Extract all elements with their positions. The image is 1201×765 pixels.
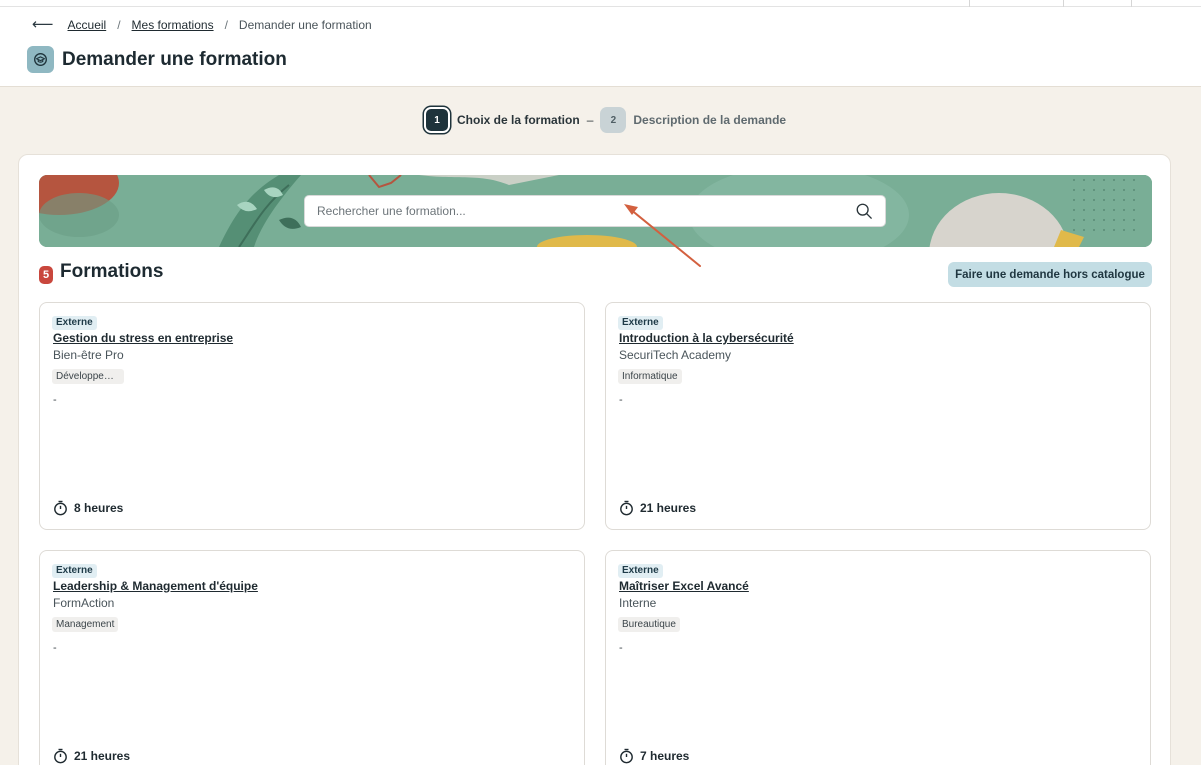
formation-provider: Bien-être Pro [53,348,124,362]
formation-category-chip: Management [52,617,119,632]
breadcrumb-mes-formations[interactable]: Mes formations [132,18,214,32]
toolbar-divider [969,0,970,7]
step-1-label[interactable]: Choix de la formation [457,113,580,127]
formation-provider: SecuriTech Academy [619,348,732,362]
stopwatch-icon [620,748,633,764]
formation-description: - [619,642,623,654]
formation-provider: Interne [619,596,657,610]
formation-category-chip: Informatique [618,369,682,384]
formation-card[interactable]: Externe Leadership & Management d'équipe… [39,550,585,765]
formation-type-tag: Externe [52,564,97,578]
formation-duration: 21 heures [53,748,130,764]
breadcrumb-accueil[interactable]: Accueil [68,18,107,32]
formation-type-tag: Externe [618,316,663,330]
step-1-number[interactable]: 1 [424,107,450,133]
formation-duration: 8 heures [53,500,123,516]
formation-provider: FormAction [53,596,115,610]
formations-count-badge: 5 [39,266,53,284]
page-title: Demander une formation [62,48,287,70]
formation-description: - [53,394,57,406]
formation-description: - [619,394,623,406]
formation-title-link[interactable]: Gestion du stress en entreprise [53,331,233,345]
hors-catalogue-button[interactable]: Faire une demande hors catalogue [948,262,1152,287]
formation-card[interactable]: Externe Maîtriser Excel Avancé Interne B… [605,550,1151,765]
formation-card[interactable]: Externe Introduction à la cybersécurité … [605,302,1151,530]
formation-catalog-panel: 5 Formations Faire une demande hors cata… [18,154,1171,765]
toolbar-divider [1131,0,1132,7]
breadcrumb: ⟵ Accueil / Mes formations / Demander un… [32,17,372,33]
stopwatch-icon [54,500,67,516]
page-header: ⟵ Accueil / Mes formations / Demander un… [0,0,1201,87]
formation-card[interactable]: Externe Gestion du stress en entreprise … [39,302,585,530]
formation-title-link[interactable]: Leadership & Management d'équipe [53,579,258,593]
graduation-icon [27,46,54,73]
formation-duration-label: 21 heures [640,501,697,515]
formation-type-tag: Externe [618,564,663,578]
step-separator: – [586,113,594,127]
search-input[interactable] [317,204,855,218]
formation-duration: 7 heures [619,748,689,764]
search-box [304,195,886,227]
formation-category-chip: Bureautique [618,617,680,632]
formation-category-chip: Développement personnel [52,369,124,384]
stopwatch-icon [620,500,633,516]
arrow-left-icon[interactable]: ⟵ [32,17,54,33]
formations-heading: Formations [60,261,164,282]
formation-duration-label: 8 heures [74,501,124,515]
stopwatch-icon [54,748,67,764]
top-toolbar [0,0,1201,7]
formation-title-link[interactable]: Maîtriser Excel Avancé [619,579,749,593]
breadcrumb-separator: / [224,18,228,32]
formation-duration-label: 21 heures [74,749,131,763]
search-icon[interactable] [855,202,873,220]
breadcrumb-separator: / [117,18,121,32]
formation-title-link[interactable]: Introduction à la cybersécurité [619,331,794,345]
formation-duration: 21 heures [619,500,696,516]
step-2-number[interactable]: 2 [600,107,627,133]
formation-duration-label: 7 heures [640,749,690,763]
step-2-label[interactable]: Description de la demande [633,113,786,127]
page-title-row: Demander une formation [27,46,287,73]
breadcrumb-current: Demander une formation [238,18,372,32]
formation-description: - [53,642,57,654]
formation-type-tag: Externe [52,316,97,330]
search-banner [39,175,1152,247]
toolbar-divider [1063,0,1064,7]
stepper: 1 Choix de la formation – 2 Description … [424,107,786,133]
